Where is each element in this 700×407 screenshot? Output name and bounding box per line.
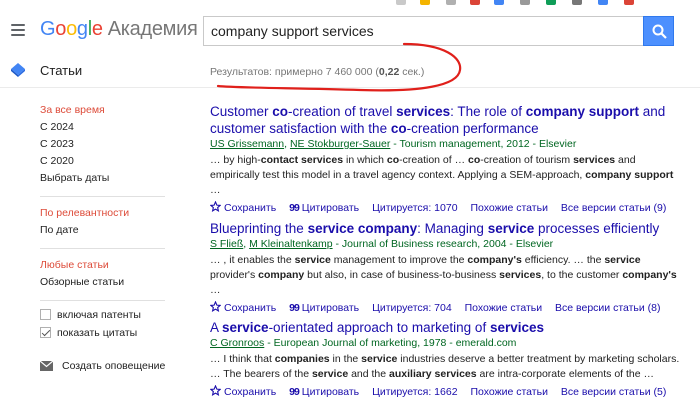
star-icon [209,200,222,212]
star-icon [209,300,222,312]
cite-button[interactable]: 99 Цитировать [289,301,359,315]
sidebar-divider [40,196,165,197]
cite-button[interactable]: 99 Цитировать [289,201,359,215]
save-button[interactable]: Сохранить [209,300,276,315]
filter-since-2024[interactable]: С 2024 [40,121,74,133]
sort-by-date[interactable]: По дате [40,224,79,236]
filter-since-2023[interactable]: С 2023 [40,138,74,150]
cite-button[interactable]: 99 Цитировать [289,385,359,399]
quote-icon: 99 [289,302,300,314]
sidebar-divider [40,300,165,301]
search-button[interactable] [643,16,674,46]
related-articles-link[interactable]: Похожие статьи [470,201,547,215]
result-snippet: … , it enables the service management to… [210,254,677,296]
all-versions-link[interactable]: Все версии статьи (5) [561,385,667,399]
related-articles-link[interactable]: Похожие статьи [470,385,547,399]
result-meta: C Gronroos - European Journal of marketi… [210,337,517,349]
filter-any-time[interactable]: За все время [40,104,105,116]
sort-by-relevance[interactable]: По релевантности [40,207,129,219]
articles-icon[interactable] [10,62,26,78]
menu-icon[interactable] [11,24,25,36]
author-link[interactable]: S Fließ [210,238,243,250]
quote-icon: 99 [289,202,300,214]
include-patents-option[interactable]: включая патенты [40,309,141,321]
filter-since-2020[interactable]: С 2020 [40,155,74,167]
show-citations-checkbox[interactable] [40,327,51,338]
top-header: Google Академия [0,6,700,54]
related-articles-link[interactable]: Похожие статьи [465,301,542,315]
save-button[interactable]: Сохранить [209,200,276,215]
result-actions: Сохранить 99 Цитировать Цитируется: 1662 … [209,384,680,399]
sidebar-divider [40,248,165,249]
show-citations-option[interactable]: показать цитаты [40,327,137,339]
all-versions-link[interactable]: Все версии статьи (9) [561,201,667,215]
result-title-link[interactable]: Customer co-creation of travel services:… [210,103,680,137]
author-link[interactable]: M Kleinaltenkamp [249,238,332,250]
save-button[interactable]: Сохранить [209,384,276,399]
result-snippet: … by high-contact services in which co-c… [210,154,674,196]
result-actions: Сохранить 99 Цитировать Цитируется: 704 П… [209,300,680,315]
result-title-link[interactable]: A service-orientated approach to marketi… [210,319,680,336]
search-result: Blueprinting the service company: Managi… [209,220,680,315]
create-alert-link[interactable]: Создать оповещение [39,360,165,372]
google-scholar-logo[interactable]: Google Академия [40,18,198,41]
result-actions: Сохранить 99 Цитировать Цитируется: 1070 … [209,200,680,215]
result-title-link[interactable]: Blueprinting the service company: Managi… [210,220,680,237]
result-snippet: … I think that companies in the service … [210,353,680,380]
author-link[interactable]: US Grissemann [210,138,284,150]
search-result: Customer co-creation of travel services:… [209,103,680,215]
cited-by-link[interactable]: Цитируется: 1070 [372,201,457,215]
include-patents-checkbox[interactable] [40,309,51,320]
author-link[interactable]: NE Stokburger-Sauer [290,138,390,150]
result-meta: US Grissemann, NE Stokburger-Sauer - Tou… [210,138,577,150]
results-count: Результатов: примерно 7 460 000 (0,22 се… [210,66,425,78]
search-icon [652,24,667,39]
search-result: A service-orientated approach to marketi… [209,319,680,399]
quote-icon: 99 [289,386,300,398]
cited-by-link[interactable]: Цитируется: 1662 [372,385,457,399]
author-link[interactable]: C Gronroos [210,337,264,349]
search-box [203,16,643,46]
filter-any-articles[interactable]: Любые статьи [40,259,109,271]
cited-by-link[interactable]: Цитируется: 704 [372,301,452,315]
results-toolbar: Статьи Результатов: примерно 7 460 000 (… [0,54,700,88]
all-versions-link[interactable]: Все версии статьи (8) [555,301,661,315]
star-icon [209,384,222,396]
filter-review-articles[interactable]: Обзорные статьи [40,276,124,288]
search-input[interactable] [204,17,643,45]
envelope-icon [39,360,54,371]
result-meta: S Fließ, M Kleinaltenkamp - Journal of B… [210,238,554,250]
section-label-articles[interactable]: Статьи [40,63,82,78]
filter-custom-range[interactable]: Выбрать даты [40,172,109,184]
